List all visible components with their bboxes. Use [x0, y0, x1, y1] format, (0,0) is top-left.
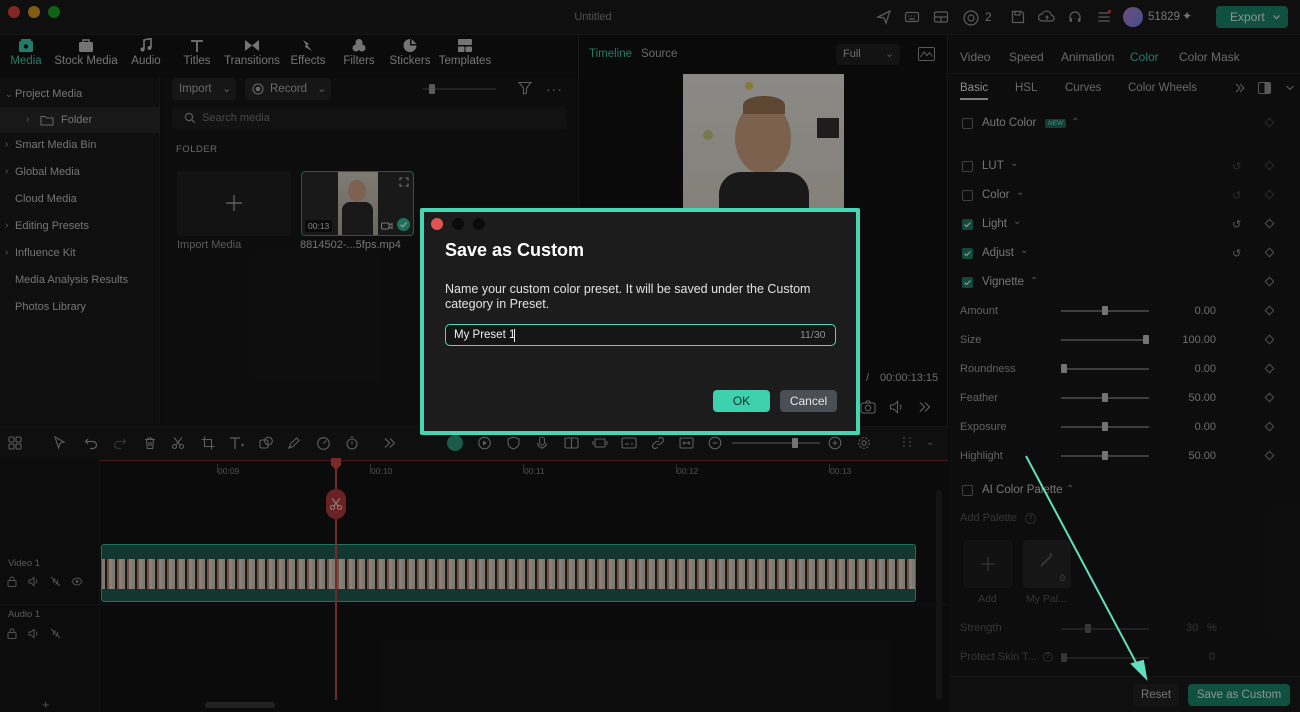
char-count: 11/30	[800, 329, 826, 341]
dialog-minimize-button	[452, 218, 464, 230]
dialog-title: Save as Custom	[445, 240, 585, 260]
dialog-description: Name your custom color preset. It will b…	[445, 282, 811, 311]
preset-name-input[interactable]: My Preset 1 11/30	[445, 324, 836, 346]
dialog-maximize-button	[473, 218, 485, 230]
dialog-close-button[interactable]	[431, 218, 443, 230]
text-cursor	[514, 329, 515, 342]
save-as-custom-dialog: Save as Custom Name your custom color pr…	[420, 208, 860, 435]
preset-name-value: My Preset 1	[454, 329, 516, 341]
cancel-button[interactable]: Cancel	[780, 390, 837, 412]
annotation-arrow	[1025, 455, 1148, 681]
ok-button[interactable]: OK	[713, 390, 770, 412]
